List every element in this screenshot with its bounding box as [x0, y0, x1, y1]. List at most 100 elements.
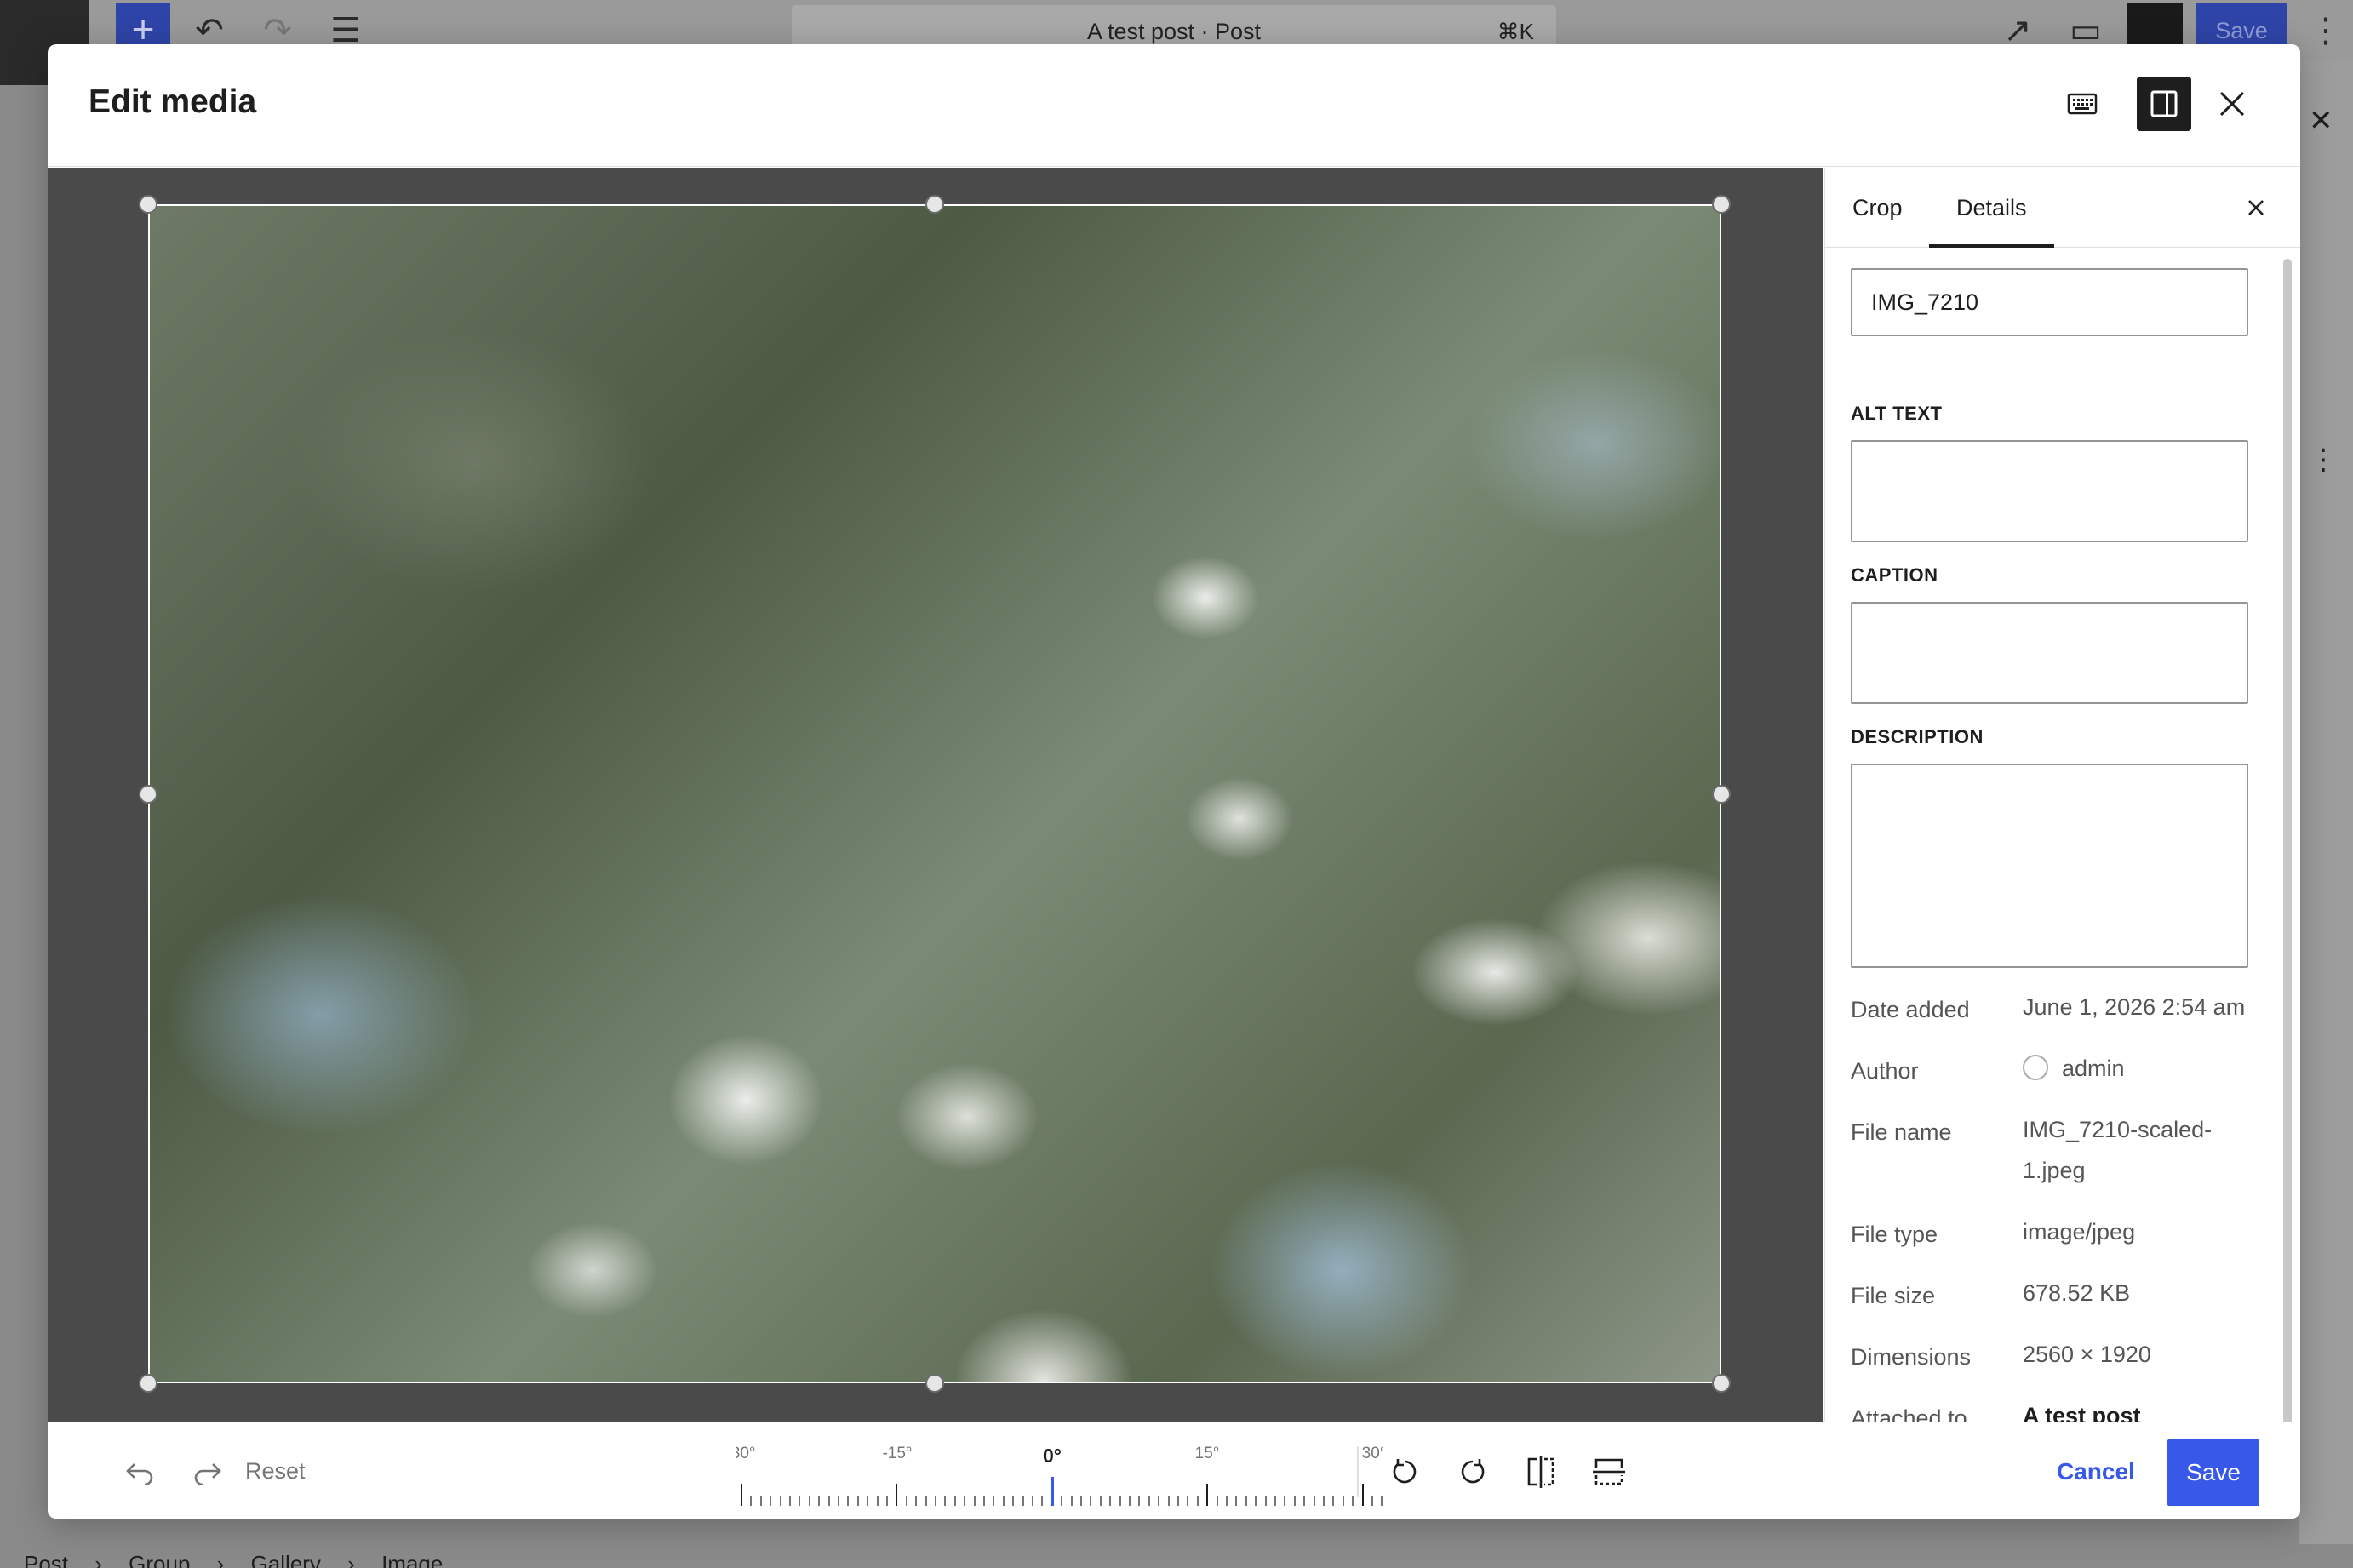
ruler-tick	[993, 1496, 995, 1506]
editor-footer: Reset -30° -15° 0° 15° 30°	[48, 1422, 2300, 1519]
ruler-tick	[1226, 1496, 1228, 1506]
meta-date-added-value: June 1, 2026 2:54 am	[2023, 994, 2246, 1020]
ruler-tick	[915, 1496, 918, 1506]
alt-text-field[interactable]	[1851, 440, 2248, 542]
crop-handle-bottom-right[interactable]	[1712, 1374, 1731, 1393]
flip-horizontal-icon	[1527, 1456, 1554, 1488]
meta-date-added-label: Date added	[1851, 997, 1970, 1022]
ruler-tick	[1109, 1496, 1112, 1506]
ruler-tick	[856, 1496, 859, 1506]
cancel-button[interactable]: Cancel	[2057, 1458, 2135, 1485]
close-modal-button[interactable]	[2205, 77, 2259, 131]
flip-horizontal-button[interactable]	[1517, 1448, 1565, 1496]
ruler-tick	[935, 1496, 936, 1506]
options-menu-icon[interactable]: ⋮	[2302, 7, 2350, 54]
ruler-tick	[1187, 1496, 1189, 1506]
close-icon[interactable]	[2241, 193, 2270, 222]
crop-handle-bottom[interactable]	[925, 1374, 944, 1393]
rotate-left-icon	[1393, 1459, 1417, 1484]
meta-file-size-label: File size	[1851, 1283, 1936, 1308]
ruler-tick	[886, 1496, 888, 1506]
crop-handle-top-left[interactable]	[139, 195, 157, 214]
rotate-right-button[interactable]	[1449, 1448, 1497, 1496]
breadcrumb-group[interactable]: Group	[129, 1551, 190, 1568]
description-field[interactable]	[1851, 764, 2248, 968]
ruler-tick	[1216, 1496, 1218, 1506]
rotation-ruler[interactable]: -30° -15° 0° 15° 30°	[736, 1445, 1383, 1509]
rotate-right-icon	[1461, 1459, 1485, 1484]
ruler-tick	[847, 1496, 850, 1506]
ruler-tick	[1235, 1496, 1238, 1506]
modal-title: Edit media	[89, 83, 257, 120]
undo-button[interactable]	[116, 1448, 163, 1496]
save-button[interactable]: Save	[2167, 1439, 2259, 1506]
ruler-tick	[1070, 1496, 1073, 1506]
breadcrumb-gallery[interactable]: Gallery	[251, 1551, 321, 1568]
media-image[interactable]	[148, 204, 1721, 1383]
crop-handle-bottom-left[interactable]	[139, 1374, 157, 1393]
alt-text-label: ALT TEXT	[1851, 403, 1943, 424]
ruler-tick	[1119, 1496, 1121, 1506]
ruler-tick	[1148, 1496, 1150, 1506]
title-field[interactable]: IMG_7210	[1851, 268, 2248, 336]
ruler-tick	[983, 1496, 985, 1506]
tab-crop[interactable]: Crop	[1825, 168, 1930, 248]
ruler-tick	[1371, 1496, 1373, 1506]
breadcrumb-separator: ›	[347, 1551, 355, 1568]
toggle-sidebar-button[interactable]	[2137, 77, 2191, 131]
sidebar-options-icon[interactable]: ⋮	[2309, 443, 2338, 477]
ruler-tick	[818, 1496, 821, 1506]
image-canvas	[48, 168, 1823, 1422]
crop-handle-right[interactable]	[1712, 785, 1731, 804]
undo-icon	[126, 1463, 153, 1485]
ruler-tick	[925, 1496, 927, 1506]
meta-file-name-label: File name	[1851, 1119, 1952, 1145]
crop-handle-top[interactable]	[925, 195, 944, 214]
caption-label: CAPTION	[1851, 564, 1938, 586]
crop-handle-top-right[interactable]	[1712, 195, 1731, 214]
ruler-tick	[973, 1496, 976, 1506]
breadcrumb-separator: ›	[216, 1551, 225, 1568]
ruler-tick	[1293, 1496, 1296, 1506]
redo-button[interactable]	[184, 1448, 232, 1496]
ruler-tick	[1158, 1496, 1160, 1506]
post-title: A test post · Post	[1086, 19, 1262, 44]
meta-author-label: Author	[1851, 1058, 1919, 1084]
ruler-tick	[779, 1496, 781, 1506]
ruler-tick	[1245, 1496, 1247, 1506]
ruler-tick	[1177, 1496, 1179, 1506]
ruler-tick	[867, 1496, 869, 1506]
avatar	[2023, 1054, 2048, 1080]
ruler-tick	[1332, 1496, 1335, 1506]
description-label: DESCRIPTION	[1851, 726, 1984, 747]
ruler-tick	[1342, 1496, 1344, 1506]
crop-handle-left[interactable]	[139, 785, 157, 804]
ruler-tick	[1051, 1477, 1054, 1506]
ruler-tick	[1012, 1496, 1015, 1506]
rotate-left-button[interactable]	[1381, 1448, 1428, 1496]
meta-file-name-value: IMG_7210-scaled-1.jpeg	[2023, 1117, 2213, 1183]
reset-button[interactable]: Reset	[245, 1458, 306, 1485]
ruler-tick	[1274, 1496, 1276, 1506]
breadcrumb-post[interactable]: Post	[24, 1551, 68, 1568]
tab-details[interactable]: Details	[1929, 168, 2054, 248]
caption-field[interactable]	[1851, 602, 2248, 704]
panel-scrollbar[interactable]	[2283, 259, 2292, 1456]
keyboard-shortcuts-button[interactable]	[2055, 77, 2110, 131]
ruler-tick	[1284, 1496, 1286, 1506]
ruler-label: 30°	[1361, 1445, 1383, 1462]
ruler-tick	[759, 1496, 762, 1506]
flip-vertical-button[interactable]	[1585, 1448, 1633, 1496]
meta-file-size-value: 678.52 KB	[2023, 1280, 2131, 1306]
ruler-tick	[1264, 1496, 1267, 1506]
ruler-tick	[1138, 1496, 1141, 1506]
ruler-tick	[799, 1496, 801, 1506]
breadcrumb-image[interactable]: Image	[381, 1551, 443, 1568]
ruler-tick	[1313, 1496, 1315, 1506]
meta-dimensions-value: 2560 × 1920	[2023, 1342, 2151, 1367]
ruler-tick	[741, 1484, 742, 1506]
ruler-tick	[1323, 1496, 1325, 1506]
ruler-label: 15°	[1194, 1445, 1220, 1462]
ruler-tick	[750, 1496, 753, 1506]
sidebar-close-icon[interactable]: ✕	[2309, 104, 2333, 138]
